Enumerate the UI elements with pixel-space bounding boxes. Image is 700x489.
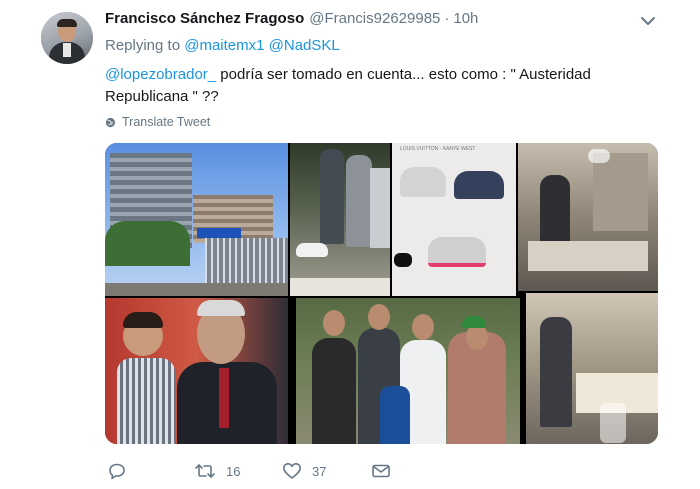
tweet-text: @lopezobrador_ podría ser tomado en cuen… <box>105 64 665 108</box>
avatar-shirt <box>63 43 71 57</box>
direct-message-button[interactable] <box>371 462 391 480</box>
photo-shoe <box>296 243 328 257</box>
reply-button[interactable] <box>108 462 136 480</box>
photo-shoe <box>454 171 504 199</box>
photo-shoe <box>400 167 446 197</box>
globe-icon <box>105 117 116 127</box>
photo-restaurant[interactable] <box>518 143 658 291</box>
photo-boy-shirt <box>117 358 175 444</box>
translate-tweet[interactable]: Translate Tweet <box>105 115 210 129</box>
display-name[interactable]: Francisco Sánchez Fragoso <box>105 10 304 27</box>
media-collage[interactable]: LOUIS VUITTON - KANYE WEST <box>105 143 658 444</box>
tweet-text-line: podría ser tomado en cuenta... esto como… <box>216 66 591 83</box>
photo-glass <box>600 403 626 443</box>
photo-person <box>380 386 410 444</box>
chevron-down-icon[interactable] <box>639 12 657 30</box>
photo-group[interactable] <box>296 298 520 444</box>
photo-shoes-catalog[interactable]: LOUIS VUITTON - KANYE WEST <box>392 143 516 296</box>
avatar-hair <box>57 19 77 27</box>
photo-ground <box>105 283 288 296</box>
like-count: 37 <box>312 463 327 479</box>
photo-boy-hair <box>123 312 163 328</box>
photo-head <box>412 314 434 340</box>
replying-to: Replying to @maitemx1 @NadSKL <box>105 37 340 54</box>
photo-sign <box>197 228 241 238</box>
replying-prefix: Replying to <box>105 37 181 54</box>
translate-label: Translate Tweet <box>122 115 211 129</box>
photo-trees <box>105 221 190 266</box>
separator-dot: · <box>444 10 450 27</box>
photo-person <box>320 149 344 244</box>
photo-head <box>368 304 390 330</box>
photo-head <box>323 310 345 336</box>
user-handle[interactable]: @Francis92629985 <box>309 10 440 27</box>
photo-caption-strip <box>290 278 390 296</box>
avatar[interactable] <box>41 12 93 64</box>
photo-street[interactable] <box>290 143 390 296</box>
photo-restaurant-2[interactable] <box>526 293 658 444</box>
envelope-icon <box>372 464 390 478</box>
photo-tie <box>219 368 229 428</box>
tweet-header: Francisco Sánchez Fragoso @Francis926299… <box>105 10 478 30</box>
tweet[interactable]: Francisco Sánchez Fragoso @Francis926299… <box>0 0 700 489</box>
retweet-count: 16 <box>226 463 241 479</box>
timestamp[interactable]: 10h <box>453 10 478 27</box>
retweet-icon <box>195 464 215 478</box>
chevron-up-icon[interactable] <box>588 149 610 163</box>
tweet-text-line: Republicana " ?? <box>105 88 219 105</box>
photo-man-hair <box>197 300 245 316</box>
photo-shoe <box>394 253 412 267</box>
catalog-label: LOUIS VUITTON - KANYE WEST <box>400 146 476 152</box>
photo-cap <box>462 316 486 328</box>
photo-table <box>528 241 648 271</box>
photo-person <box>370 168 390 248</box>
reply-mention-link[interactable]: @NadSKL <box>269 37 340 54</box>
photo-person <box>346 155 372 247</box>
photo-wall <box>593 153 648 231</box>
photo-gate <box>205 238 288 288</box>
photo-man-and-boy[interactable] <box>105 298 288 444</box>
photo-person <box>312 338 356 444</box>
like-button[interactable]: 37 <box>282 462 326 480</box>
photo-buildings[interactable] <box>105 143 288 296</box>
reply-icon <box>109 463 125 480</box>
heart-icon <box>283 463 301 479</box>
photo-shoe <box>428 237 486 267</box>
reply-mention-link[interactable]: @maitemx1 <box>184 37 264 54</box>
photo-person <box>540 317 572 427</box>
mention-link[interactable]: @lopezobrador_ <box>105 66 216 83</box>
retweet-button[interactable]: 16 <box>194 462 240 480</box>
